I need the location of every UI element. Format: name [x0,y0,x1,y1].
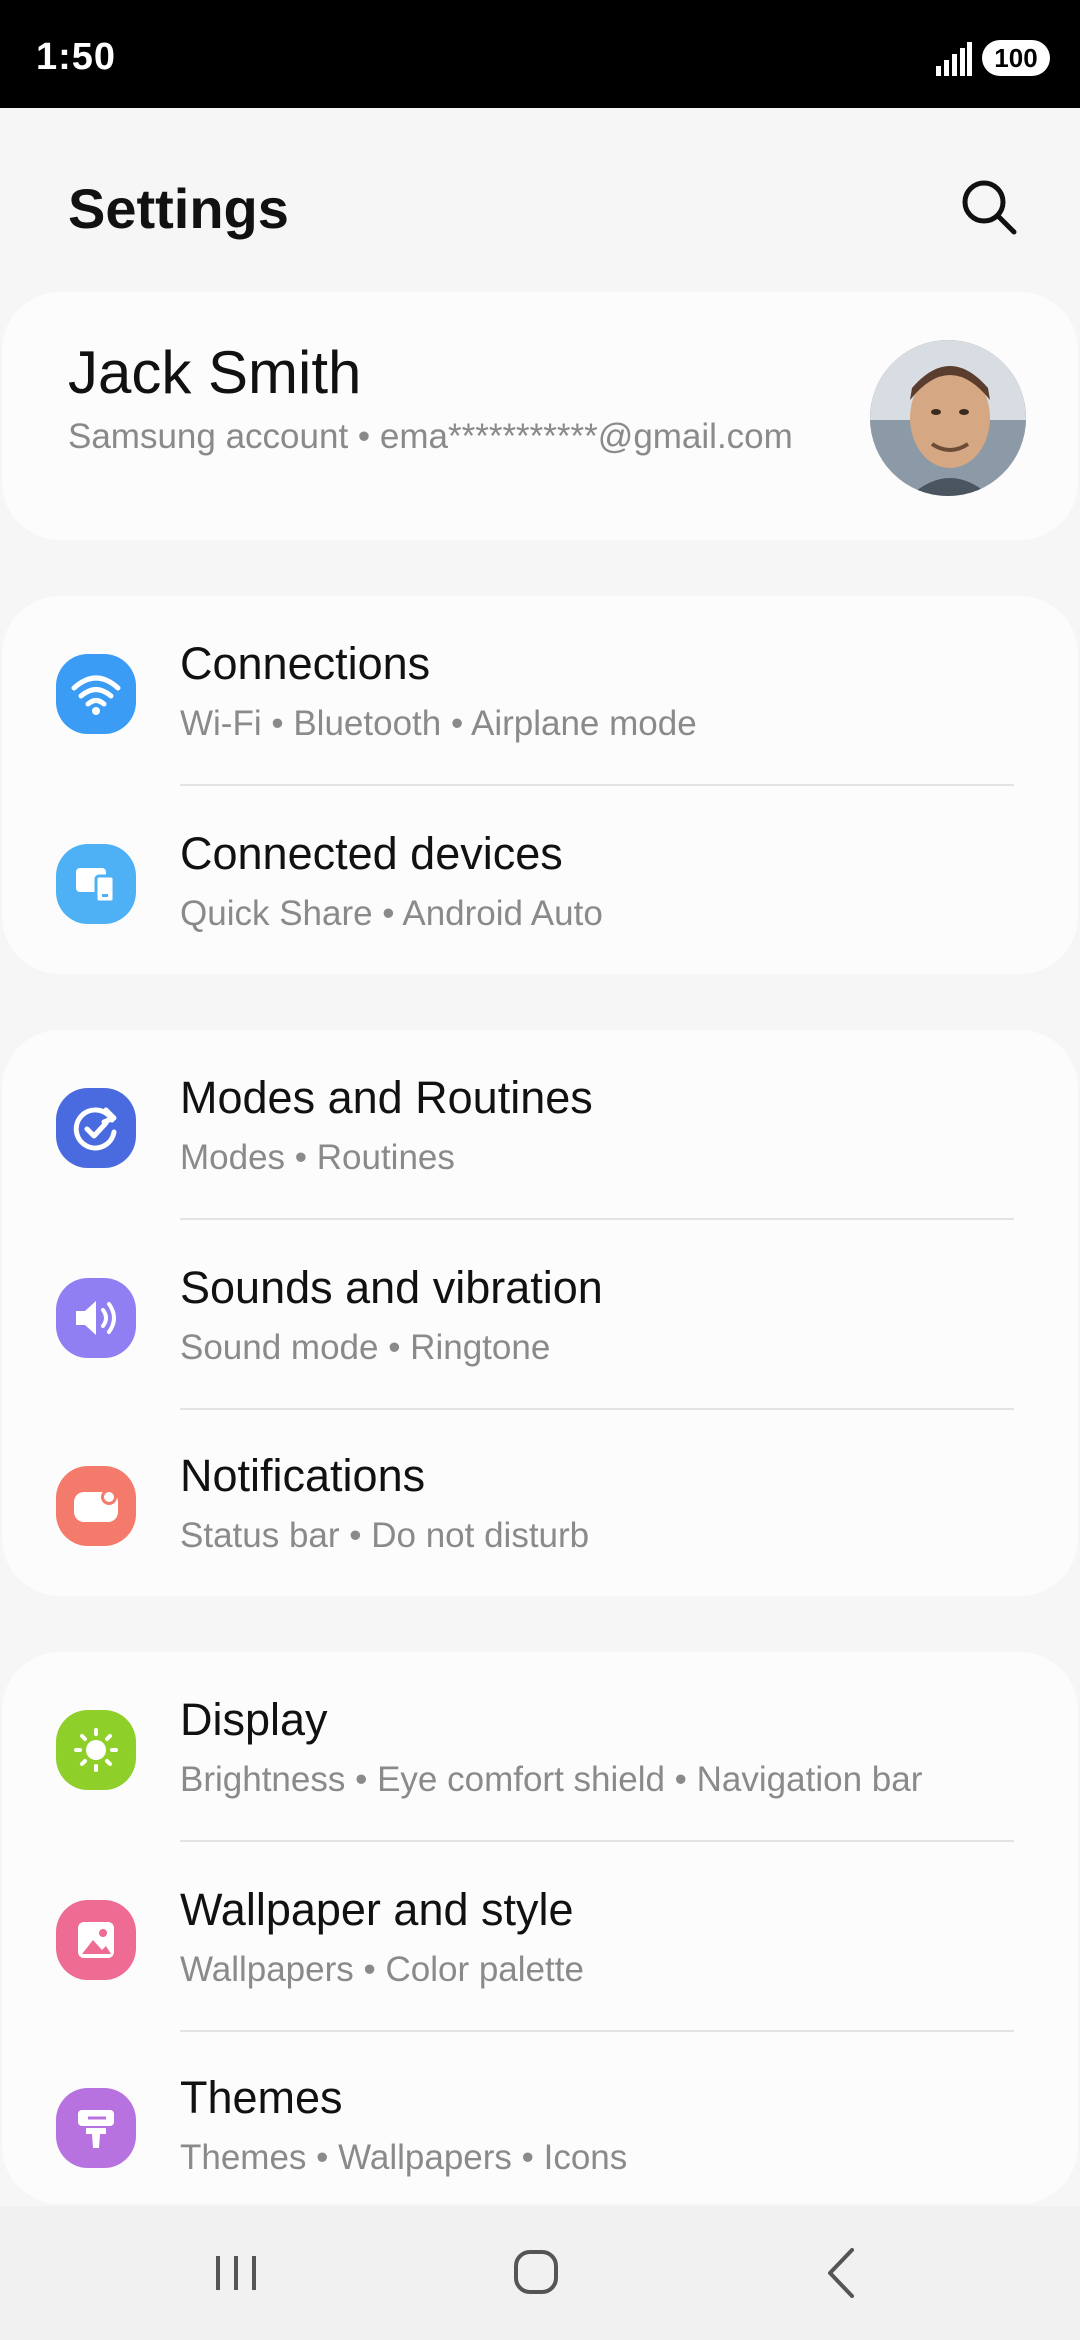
back-icon[interactable] [800,2238,880,2308]
item-subtitle: Themes • Wallpapers • Icons [180,2138,628,2177]
item-subtitle: Status bar • Do not disturb [180,1516,590,1555]
account-card[interactable]: Jack Smith Samsung account • ema********… [2,292,1078,540]
navigation-bar [0,2206,1080,2340]
wallpaper-icon [56,1900,136,1980]
item-title: Themes [180,2072,343,2123]
item-title: Sounds and vibration [180,1262,603,1313]
status-time: 1:50 [36,36,117,78]
account-name: Jack Smith [68,339,362,406]
recent-apps-icon[interactable] [196,2238,276,2308]
account-subtitle: Samsung account • ema***********@gmail.c… [68,417,793,456]
avatar[interactable] [870,340,1026,496]
settings-item-themes[interactable]: Themes Themes • Wallpapers • Icons [2,2030,1078,2218]
search-icon[interactable] [958,176,1020,238]
item-subtitle: Modes • Routines [180,1138,455,1177]
wifi-icon [56,654,136,734]
item-title: Connected devices [180,828,563,879]
item-title: Notifications [180,1450,426,1501]
settings-item-notifications[interactable]: Notifications Status bar • Do not distur… [2,1408,1078,1596]
notification-icon [56,1466,136,1546]
item-title: Connections [180,638,431,689]
status-bar: 1:50 100 [0,0,1080,108]
routines-icon [56,1088,136,1168]
settings-item-sounds-and-vibration[interactable]: Sounds and vibration Sound mode • Ringto… [2,1220,1078,1408]
item-title: Display [180,1694,328,1745]
battery-icon: 100 [982,40,1050,76]
home-icon[interactable] [496,2238,576,2308]
devices-icon [56,844,136,924]
item-subtitle: Wallpapers • Color palette [180,1950,584,1989]
settings-item-connected-devices[interactable]: Connected devices Quick Share • Android … [2,786,1078,974]
item-subtitle: Quick Share • Android Auto [180,894,603,933]
signal-icon [936,42,972,76]
sun-icon [56,1710,136,1790]
settings-item-connections[interactable]: Connections Wi-Fi • Bluetooth • Airplane… [2,596,1078,784]
item-title: Modes and Routines [180,1072,593,1123]
themes-icon [56,2088,136,2168]
item-title: Wallpaper and style [180,1884,574,1935]
settings-item-display[interactable]: Display Brightness • Eye comfort shield … [2,1652,1078,1840]
settings-group-connections: Connections Wi-Fi • Bluetooth • Airplane… [2,596,1078,974]
page-title: Settings [68,177,289,240]
settings-item-wallpaper-and-style[interactable]: Wallpaper and style Wallpapers • Color p… [2,1842,1078,2030]
item-subtitle: Wi-Fi • Bluetooth • Airplane mode [180,704,697,743]
settings-item-modes-and-routines[interactable]: Modes and Routines Modes • Routines [2,1030,1078,1218]
settings-group-modes: Modes and Routines Modes • Routines Soun… [2,1030,1078,1596]
item-subtitle: Brightness • Eye comfort shield • Naviga… [180,1760,923,1799]
settings-group-display: Display Brightness • Eye comfort shield … [2,1652,1078,2204]
item-subtitle: Sound mode • Ringtone [180,1328,551,1367]
speaker-icon [56,1278,136,1358]
